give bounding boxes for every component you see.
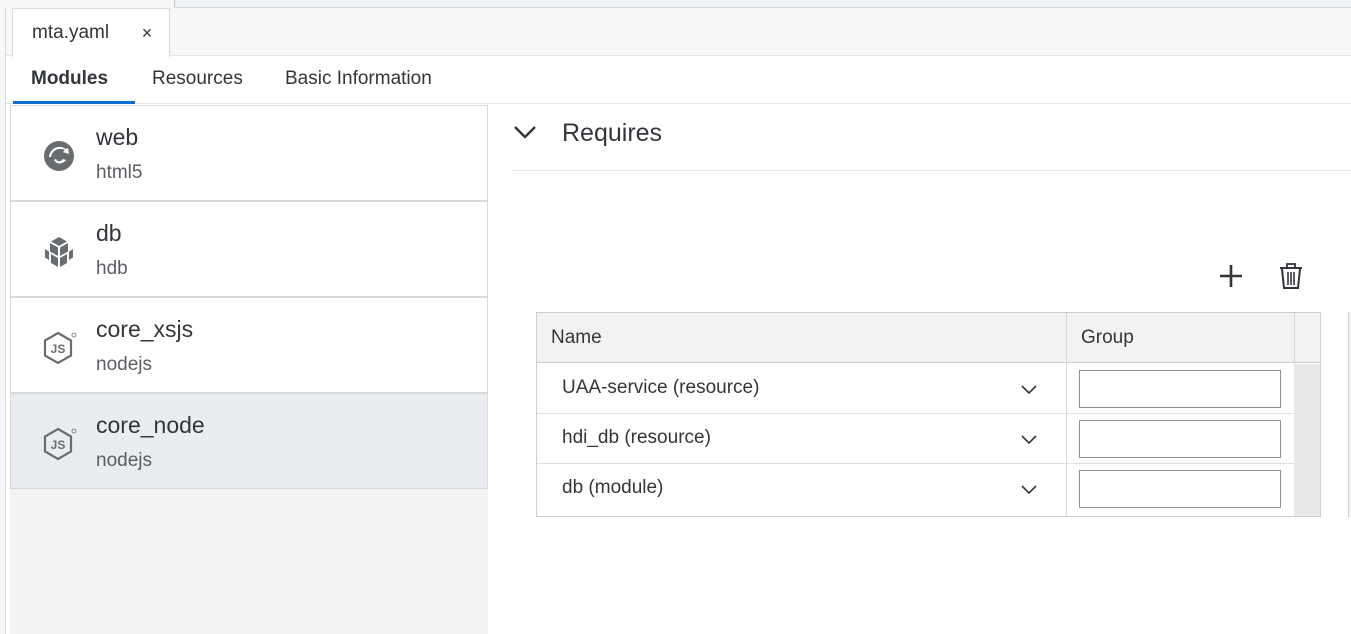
requires-section-header[interactable]: Requires [512,105,1351,171]
close-icon[interactable]: × [137,23,157,43]
module-item-web[interactable]: web html5 [10,105,488,201]
svg-text:JS: JS [51,342,66,356]
trash-icon[interactable] [1276,261,1306,291]
module-name: web [96,124,139,150]
editor-tabs: Modules Resources Basic Information [6,57,1351,104]
active-tab-indicator [13,101,135,104]
requires-name-select[interactable]: db (module) [562,477,663,499]
requires-name-select[interactable]: UAA-service (resource) [562,377,759,399]
hdb-module-icon [45,237,73,267]
tab-modules[interactable]: Modules [31,57,108,104]
group-input[interactable] [1079,420,1281,458]
add-icon[interactable] [1216,261,1246,291]
chevron-down-icon[interactable] [1018,478,1040,500]
column-header-name: Name [551,327,602,348]
chevron-down-icon[interactable] [512,119,538,145]
top-strip-notch [0,0,175,8]
table-row: UAA-service (resource) [537,364,1294,414]
module-name: core_xsjs [96,316,194,342]
requires-table: Name Group UAA-service (resource) hdi_db… [536,312,1321,517]
file-tab-mta-yaml[interactable]: mta.yaml × [12,8,170,57]
module-list: web html5 db hdb JS core_xsjs nodejs JS … [10,105,488,634]
module-item-db[interactable]: db hdb [10,201,488,297]
tab-basic-information[interactable]: Basic Information [285,57,432,104]
tab-resources[interactable]: Resources [152,57,243,104]
module-type: hdb [96,258,128,279]
table-row: hdi_db (resource) [537,414,1294,464]
group-input[interactable] [1079,470,1281,508]
module-item-core-xsjs[interactable]: JS core_xsjs nodejs [10,297,488,393]
file-tab-bar: mta.yaml × [6,8,1351,57]
column-header-group: Group [1081,327,1134,348]
module-name: core_node [96,412,205,438]
section-title: Requires [562,119,663,147]
module-name: db [96,220,122,246]
table-header: Name Group [537,313,1320,363]
module-type: nodejs [96,450,152,471]
group-input[interactable] [1079,370,1281,408]
nodejs-icon: JS [43,427,77,461]
module-type: html5 [96,162,143,183]
module-item-core-node[interactable]: JS core_node nodejs [10,393,488,489]
module-detail-panel: Requires Name Group UAA-service (resourc… [490,105,1351,634]
file-tab-label: mta.yaml [32,22,110,43]
top-strip [0,0,1351,8]
module-type: nodejs [96,354,152,375]
requires-name-select[interactable]: hdi_db (resource) [562,427,711,449]
nodejs-icon: JS [43,331,77,365]
table-scrollbar[interactable] [1294,364,1320,516]
chevron-down-icon[interactable] [1018,428,1040,450]
html5-module-icon [44,141,74,171]
svg-text:JS: JS [51,438,66,452]
table-row: db (module) [537,464,1294,514]
chevron-down-icon[interactable] [1018,378,1040,400]
